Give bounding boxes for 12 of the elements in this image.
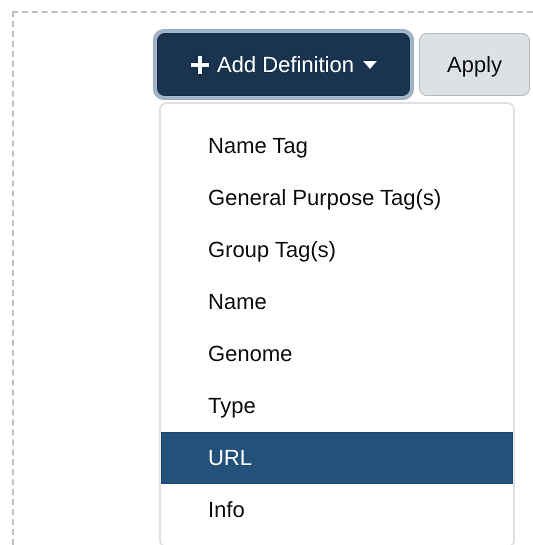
apply-button[interactable]: Apply: [419, 33, 530, 96]
plus-icon: [190, 54, 210, 74]
menu-item[interactable]: Name Tag: [161, 120, 513, 172]
menu-item[interactable]: Name: [161, 276, 513, 328]
menu-item[interactable]: Genome: [161, 328, 513, 380]
menu-item[interactable]: General Purpose Tag(s): [161, 172, 513, 224]
caret-icon: [362, 60, 377, 68]
add-definition-button[interactable]: Add Definition: [157, 33, 410, 96]
menu-item[interactable]: Info: [161, 484, 513, 536]
menu-item[interactable]: Group Tag(s): [161, 224, 513, 276]
menu-item[interactable]: Type: [161, 380, 513, 432]
menu-item[interactable]: URL: [161, 432, 513, 484]
